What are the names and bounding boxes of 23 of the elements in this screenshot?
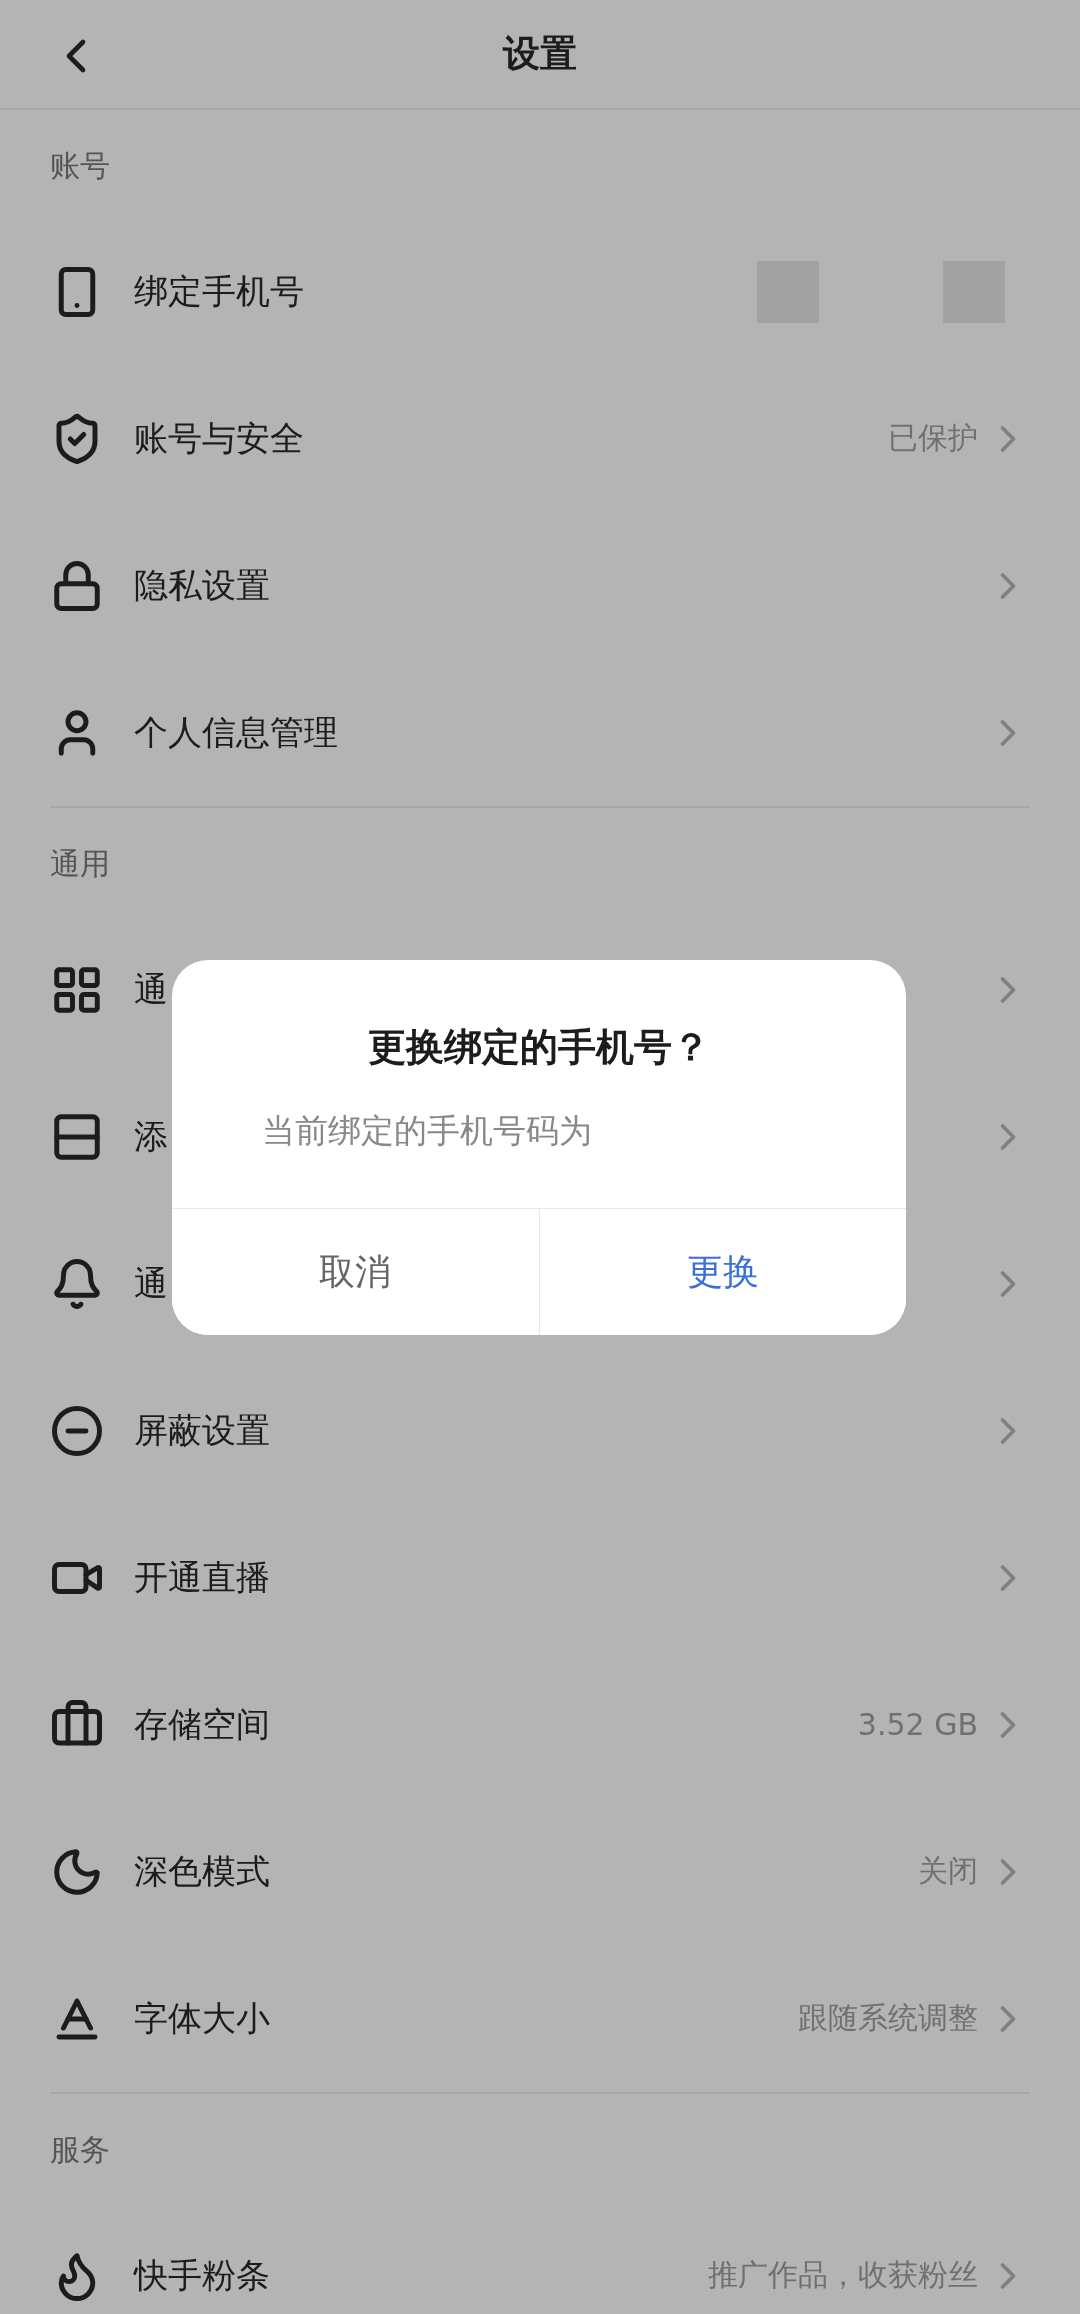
setting-value: 跟随系统调整 [798, 1999, 978, 2037]
dialog-title: 更换绑定的手机号？ [367, 1024, 711, 1071]
section-title: 账号 [50, 146, 111, 185]
setting-label[interactable]: 深色模式 [134, 1848, 888, 1895]
setting-label[interactable]: 账号与安全 [134, 415, 858, 462]
page-title: 设置 [503, 31, 577, 77]
setting-label[interactable]: 存储空间 [134, 1701, 828, 1748]
setting-label[interactable]: 快手粉条 [134, 2252, 678, 2299]
setting-label[interactable]: 个人信息管理 [134, 709, 978, 756]
setting-label[interactable]: 开通直播 [134, 1554, 978, 1601]
setting-value: 推广作品，收获粉丝 [708, 2256, 978, 2294]
setting-label[interactable]: 隐私设置 [134, 562, 978, 609]
section-title: 通用 [50, 844, 111, 883]
setting-value: 关闭 [918, 1852, 978, 1890]
setting-label[interactable]: 字体大小 [134, 1995, 768, 2042]
dialog-message: 当前绑定的手机号码为 [261, 1110, 593, 1152]
setting-value: 已保护 [888, 419, 978, 457]
section-title: 服务 [50, 2130, 111, 2169]
minus-circle-icon [50, 1403, 104, 1458]
confirm-button[interactable]: 更换 [538, 1209, 906, 1335]
setting-value: 3.52 GB [857, 1707, 978, 1742]
setting-label[interactable]: 绑定手机号 [134, 268, 727, 315]
setting-label[interactable]: 屏蔽设置 [134, 1407, 978, 1454]
